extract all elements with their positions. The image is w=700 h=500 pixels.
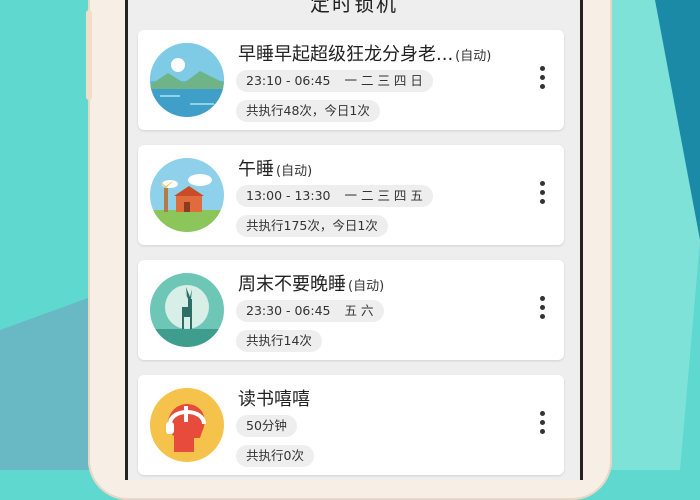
task-name: 读书嘻嘻 bbox=[238, 389, 310, 410]
schedule-chip: 23:30 - 06:45 五 六 bbox=[236, 300, 384, 322]
schedule-chip: 23:10 - 06:45 一 二 三 四 日 bbox=[236, 70, 433, 92]
task-name: 午睡 bbox=[238, 159, 274, 180]
time-range: 13:00 - 13:30 bbox=[246, 188, 331, 203]
task-card[interactable]: 午睡 (自动) 13:00 - 13:30 一 二 三 四 五 共执行175次，今日… bbox=[138, 145, 564, 245]
auto-label: (自动) bbox=[276, 164, 313, 179]
time-range: 23:10 - 06:45 bbox=[246, 73, 331, 88]
more-icon[interactable] bbox=[538, 411, 546, 439]
task-name: 周末不要晚睡 bbox=[238, 274, 346, 295]
more-icon[interactable] bbox=[538, 296, 546, 324]
duration-chip: 50分钟 bbox=[236, 415, 297, 437]
duration: 50分钟 bbox=[246, 418, 287, 433]
stats-chip: 共执行0次 bbox=[236, 445, 314, 467]
windmill-house-icon bbox=[150, 158, 224, 232]
page-title: 定时锁机 bbox=[310, 0, 398, 16]
auto-label: (自动) bbox=[455, 49, 492, 64]
task-card[interactable]: 读书嘻嘻 50分钟 共执行0次 bbox=[138, 375, 564, 475]
app-screen: 定时锁机 早睡早起超级狂龙分身老... (自动) 23:10 - 06:45 一 二… bbox=[125, 0, 583, 480]
task-card[interactable]: 周末不要晚睡 (自动) 23:30 - 06:45 五 六 共执行14次 bbox=[138, 260, 564, 360]
weekdays: 一 二 三 四 日 bbox=[344, 73, 423, 88]
weekdays: 五 六 bbox=[344, 303, 374, 318]
more-icon[interactable] bbox=[538, 181, 546, 209]
stats-chip: 共执行175次，今日1次 bbox=[236, 215, 388, 237]
lake-landscape-icon bbox=[150, 43, 224, 117]
schedule-chip: 13:00 - 13:30 一 二 三 四 五 bbox=[236, 185, 433, 207]
stats-chip: 共执行48次，今日1次 bbox=[236, 100, 380, 122]
task-name: 早睡早起超级狂龙分身老... bbox=[238, 44, 454, 65]
auto-label: (自动) bbox=[348, 279, 385, 294]
stats-chip: 共执行14次 bbox=[236, 330, 322, 352]
deer-moon-icon bbox=[150, 273, 224, 347]
head-headphones-icon bbox=[150, 388, 224, 462]
task-card[interactable]: 早睡早起超级狂龙分身老... (自动) 23:10 - 06:45 一 二 三 四 … bbox=[138, 30, 564, 130]
phone-side-button bbox=[86, 10, 92, 100]
more-icon[interactable] bbox=[538, 66, 546, 94]
time-range: 23:30 - 06:45 bbox=[246, 303, 331, 318]
weekdays: 一 二 三 四 五 bbox=[344, 188, 423, 203]
